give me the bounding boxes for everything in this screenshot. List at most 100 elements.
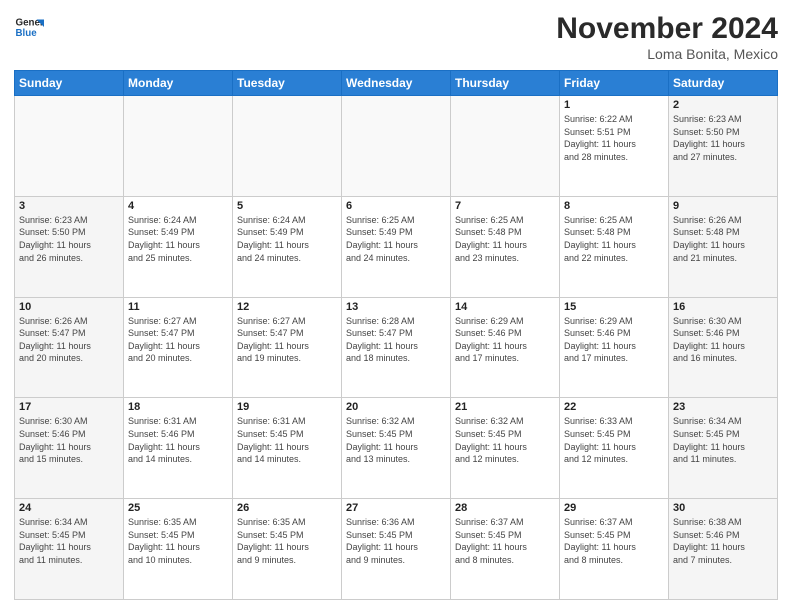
day-info: Sunrise: 6:32 AM Sunset: 5:45 PM Dayligh… xyxy=(455,415,555,465)
calendar-cell xyxy=(124,96,233,197)
calendar-cell: 26Sunrise: 6:35 AM Sunset: 5:45 PM Dayli… xyxy=(233,499,342,600)
week-row-3: 10 Sunrise: 6:26 AM Sunset: 5:47 PM Dayli… xyxy=(15,297,778,398)
col-tuesday: Tuesday xyxy=(233,71,342,96)
week-row-1: 1Sunrise: 6:22 AM Sunset: 5:51 PM Daylig… xyxy=(15,96,778,197)
day-info: Sunrise: 6:29 AM Sunset: 5:46 PM Dayligh… xyxy=(455,315,555,365)
day-info: Sunrise: 6:35 AM Sunset: 5:45 PM Dayligh… xyxy=(128,516,228,566)
calendar-cell: 11 Sunrise: 6:27 AM Sunset: 5:47 PM Dayli… xyxy=(124,297,233,398)
calendar-cell xyxy=(233,96,342,197)
day-info: Sunrise: 6:34 AM Sunset: 5:45 PM Dayligh… xyxy=(673,415,773,465)
calendar-cell: 4 Sunrise: 6:24 AM Sunset: 5:49 PM Daylig… xyxy=(124,196,233,297)
day-number: 12 xyxy=(237,301,337,313)
calendar-cell: 25 Sunrise: 6:35 AM Sunset: 5:45 PM Dayli… xyxy=(124,499,233,600)
day-info: Sunrise: 6:30 AM Sunset: 5:46 PM Dayligh… xyxy=(673,315,773,365)
calendar-cell: 3 Sunrise: 6:23 AM Sunset: 5:50 PM Daylig… xyxy=(15,196,124,297)
day-info: Sunrise: 6:25 AM Sunset: 5:49 PM Dayligh… xyxy=(346,214,446,264)
day-info: Sunrise: 6:27 AM Sunset: 5:47 PM Dayligh… xyxy=(128,315,228,365)
day-info: Sunrise: 6:24 AM Sunset: 5:49 PM Dayligh… xyxy=(237,214,337,264)
calendar-cell: 21 Sunrise: 6:32 AM Sunset: 5:45 PM Dayli… xyxy=(451,398,560,499)
week-row-4: 17 Sunrise: 6:30 AM Sunset: 5:46 PM Dayli… xyxy=(15,398,778,499)
day-number: 29 xyxy=(564,502,664,514)
calendar-cell: 12Sunrise: 6:27 AM Sunset: 5:47 PM Dayli… xyxy=(233,297,342,398)
calendar-cell: 10 Sunrise: 6:26 AM Sunset: 5:47 PM Dayli… xyxy=(15,297,124,398)
day-number: 20 xyxy=(346,401,446,413)
day-number: 6 xyxy=(346,200,446,212)
day-info: Sunrise: 6:28 AM Sunset: 5:47 PM Dayligh… xyxy=(346,315,446,365)
day-number: 3 xyxy=(19,200,119,212)
day-info: Sunrise: 6:34 AM Sunset: 5:45 PM Dayligh… xyxy=(19,516,119,566)
calendar-cell: 2 Sunrise: 6:23 AM Sunset: 5:50 PM Daylig… xyxy=(669,96,778,197)
page: General Blue November 2024 Loma Bonita, … xyxy=(0,0,792,612)
day-number: 2 xyxy=(673,99,773,111)
col-wednesday: Wednesday xyxy=(342,71,451,96)
day-info: Sunrise: 6:31 AM Sunset: 5:46 PM Dayligh… xyxy=(128,415,228,465)
week-row-2: 3 Sunrise: 6:23 AM Sunset: 5:50 PM Daylig… xyxy=(15,196,778,297)
calendar-cell: 7 Sunrise: 6:25 AM Sunset: 5:48 PM Daylig… xyxy=(451,196,560,297)
calendar-cell: 30 Sunrise: 6:38 AM Sunset: 5:46 PM Dayli… xyxy=(669,499,778,600)
day-info: Sunrise: 6:22 AM Sunset: 5:51 PM Dayligh… xyxy=(564,113,664,163)
calendar-cell: 15Sunrise: 6:29 AM Sunset: 5:46 PM Dayli… xyxy=(560,297,669,398)
col-saturday: Saturday xyxy=(669,71,778,96)
calendar-cell: 8 Sunrise: 6:25 AM Sunset: 5:48 PM Daylig… xyxy=(560,196,669,297)
logo-icon: General Blue xyxy=(14,12,44,42)
day-number: 7 xyxy=(455,200,555,212)
calendar-cell: 19 Sunrise: 6:31 AM Sunset: 5:45 PM Dayli… xyxy=(233,398,342,499)
day-number: 22 xyxy=(564,401,664,413)
location: Loma Bonita, Mexico xyxy=(556,46,778,62)
calendar-cell: 6 Sunrise: 6:25 AM Sunset: 5:49 PM Daylig… xyxy=(342,196,451,297)
calendar-cell xyxy=(451,96,560,197)
svg-text:Blue: Blue xyxy=(16,28,38,39)
day-number: 10 xyxy=(19,301,119,313)
day-number: 16 xyxy=(673,301,773,313)
day-info: Sunrise: 6:23 AM Sunset: 5:50 PM Dayligh… xyxy=(19,214,119,264)
calendar-cell: 9 Sunrise: 6:26 AM Sunset: 5:48 PM Daylig… xyxy=(669,196,778,297)
day-number: 25 xyxy=(128,502,228,514)
day-number: 11 xyxy=(128,301,228,313)
day-info: Sunrise: 6:25 AM Sunset: 5:48 PM Dayligh… xyxy=(564,214,664,264)
day-number: 18 xyxy=(128,401,228,413)
day-info: Sunrise: 6:29 AM Sunset: 5:46 PM Dayligh… xyxy=(564,315,664,365)
day-info: Sunrise: 6:23 AM Sunset: 5:50 PM Dayligh… xyxy=(673,113,773,163)
calendar-cell: 16 Sunrise: 6:30 AM Sunset: 5:46 PM Dayli… xyxy=(669,297,778,398)
day-number: 4 xyxy=(128,200,228,212)
calendar-cell: 1Sunrise: 6:22 AM Sunset: 5:51 PM Daylig… xyxy=(560,96,669,197)
day-number: 23 xyxy=(673,401,773,413)
calendar-cell: 5Sunrise: 6:24 AM Sunset: 5:49 PM Daylig… xyxy=(233,196,342,297)
day-number: 9 xyxy=(673,200,773,212)
day-number: 30 xyxy=(673,502,773,514)
header: General Blue November 2024 Loma Bonita, … xyxy=(14,12,778,62)
calendar-table: Sunday Monday Tuesday Wednesday Thursday… xyxy=(14,70,778,600)
day-info: Sunrise: 6:37 AM Sunset: 5:45 PM Dayligh… xyxy=(564,516,664,566)
day-info: Sunrise: 6:37 AM Sunset: 5:45 PM Dayligh… xyxy=(455,516,555,566)
day-number: 17 xyxy=(19,401,119,413)
day-info: Sunrise: 6:32 AM Sunset: 5:45 PM Dayligh… xyxy=(346,415,446,465)
calendar-cell: 27 Sunrise: 6:36 AM Sunset: 5:45 PM Dayli… xyxy=(342,499,451,600)
day-info: Sunrise: 6:26 AM Sunset: 5:47 PM Dayligh… xyxy=(19,315,119,365)
day-info: Sunrise: 6:36 AM Sunset: 5:45 PM Dayligh… xyxy=(346,516,446,566)
day-info: Sunrise: 6:26 AM Sunset: 5:48 PM Dayligh… xyxy=(673,214,773,264)
day-number: 14 xyxy=(455,301,555,313)
day-number: 26 xyxy=(237,502,337,514)
col-friday: Friday xyxy=(560,71,669,96)
day-number: 27 xyxy=(346,502,446,514)
day-info: Sunrise: 6:24 AM Sunset: 5:49 PM Dayligh… xyxy=(128,214,228,264)
day-info: Sunrise: 6:25 AM Sunset: 5:48 PM Dayligh… xyxy=(455,214,555,264)
header-row: Sunday Monday Tuesday Wednesday Thursday… xyxy=(15,71,778,96)
col-sunday: Sunday xyxy=(15,71,124,96)
day-number: 21 xyxy=(455,401,555,413)
day-number: 19 xyxy=(237,401,337,413)
calendar-cell xyxy=(15,96,124,197)
day-info: Sunrise: 6:31 AM Sunset: 5:45 PM Dayligh… xyxy=(237,415,337,465)
col-thursday: Thursday xyxy=(451,71,560,96)
day-number: 8 xyxy=(564,200,664,212)
day-number: 13 xyxy=(346,301,446,313)
svg-text:General: General xyxy=(16,18,45,29)
day-number: 28 xyxy=(455,502,555,514)
col-monday: Monday xyxy=(124,71,233,96)
calendar-cell: 17 Sunrise: 6:30 AM Sunset: 5:46 PM Dayli… xyxy=(15,398,124,499)
calendar-cell: 29 Sunrise: 6:37 AM Sunset: 5:45 PM Dayli… xyxy=(560,499,669,600)
day-number: 24 xyxy=(19,502,119,514)
day-info: Sunrise: 6:30 AM Sunset: 5:46 PM Dayligh… xyxy=(19,415,119,465)
calendar-cell xyxy=(342,96,451,197)
day-info: Sunrise: 6:38 AM Sunset: 5:46 PM Dayligh… xyxy=(673,516,773,566)
